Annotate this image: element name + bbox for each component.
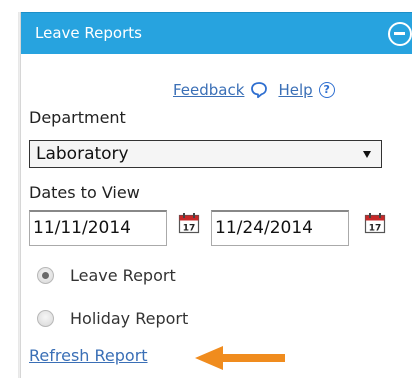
department-select[interactable]: Laboratory <box>29 140 382 168</box>
end-date-value: 11/24/2014 <box>215 218 313 238</box>
end-calendar-day: 17 <box>369 224 382 234</box>
start-calendar-day: 17 <box>183 224 196 234</box>
holiday-report-label: Holiday Report <box>70 308 189 328</box>
leave-report-option[interactable]: Leave Report <box>37 264 176 286</box>
dates-label: Dates to View <box>29 183 140 202</box>
department-label: Department <box>29 108 126 127</box>
header-links: Feedback Help ? <box>173 79 335 101</box>
feedback-link[interactable]: Feedback <box>173 81 244 99</box>
chat-bubble-icon[interactable] <box>250 81 268 99</box>
start-date-value: 11/11/2014 <box>33 218 131 238</box>
holiday-report-radio[interactable] <box>37 309 54 327</box>
leave-reports-panel: Leave Reports Feedback Help ? Department… <box>20 12 412 378</box>
refresh-report-link[interactable]: Refresh Report <box>29 346 148 365</box>
start-date-input[interactable]: 11/11/2014 <box>29 210 167 246</box>
annotation-arrow-icon <box>195 346 285 370</box>
start-calendar-icon[interactable]: 17 <box>178 212 200 234</box>
help-link[interactable]: Help <box>278 81 312 99</box>
panel-title: Leave Reports <box>35 24 142 42</box>
panel-header: Leave Reports <box>21 12 412 54</box>
dropdown-arrow-icon <box>363 151 371 158</box>
help-icon[interactable]: ? <box>318 82 335 98</box>
leave-report-radio[interactable] <box>37 266 54 284</box>
collapse-icon[interactable] <box>388 22 412 46</box>
stage: Leave Reports Feedback Help ? Department… <box>0 0 412 378</box>
holiday-report-option[interactable]: Holiday Report <box>37 307 188 329</box>
end-calendar-icon[interactable]: 17 <box>364 212 386 234</box>
end-date-input[interactable]: 11/24/2014 <box>211 210 349 246</box>
leave-report-label: Leave Report <box>70 265 176 285</box>
department-selected-value: Laboratory <box>36 144 129 164</box>
